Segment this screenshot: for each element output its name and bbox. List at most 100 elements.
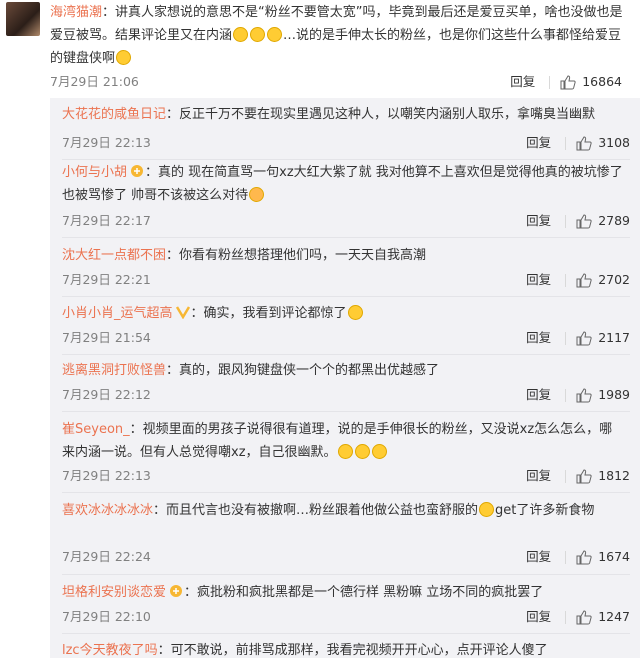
reply-text: 大花花的咸鱼日记：反正千万不要在现实里遇见这种人，以嘲笑内涵别人取乐，拿嘴臭当幽… xyxy=(62,103,624,126)
reply-actions: 回复 3108 xyxy=(526,133,630,153)
like-button[interactable]: 1247 xyxy=(576,607,630,627)
reply-username[interactable]: 沈大红一点都不困 xyxy=(62,248,166,263)
like-count: 2789 xyxy=(598,213,630,228)
list-item: 逃离黑洞打败怪兽：真的，跟风狗键盘侠一个个的都黑出优越感了 7月29日 22:1… xyxy=(50,359,640,409)
main-timestamp: 7月29日 21:06 xyxy=(50,74,139,89)
divider xyxy=(549,75,551,89)
divider xyxy=(62,492,630,493)
like-button[interactable]: 2702 xyxy=(576,270,630,290)
reply-body: ：你看有粉丝想搭理他们吗，一天天自我高潮 xyxy=(166,248,427,263)
emoji-icon xyxy=(116,50,132,65)
reply-username[interactable]: lzc今天教夜了吗 xyxy=(62,643,158,658)
list-item: lzc今天教夜了吗：可不敢说，前排骂成那样，我看完视频开开心心，点开评论人傻了 xyxy=(50,639,640,659)
reply-text: 喜欢冰冰冰冰冰：而且代言也没有被撤啊…粉丝跟着他做公益也蛮舒服的 get了许多新食… xyxy=(62,499,624,522)
reply-text: 逃离黑洞打败怪兽：真的，跟风狗键盘侠一个个的都黑出优越感了 xyxy=(62,359,624,382)
main-username[interactable]: 海湾猫潮 xyxy=(50,5,102,20)
reply-button[interactable]: 回复 xyxy=(526,211,551,231)
reply-username[interactable]: 逃离黑洞打败怪兽 xyxy=(62,363,166,378)
reply-username[interactable]: 喜欢冰冰冰冰冰 xyxy=(62,503,153,518)
reply-body: ：真的 现在简直骂一句xz大红大紫了就 我对他算不上喜欢但是觉得他真的被坑惨了也… xyxy=(62,165,623,203)
emoji-icon xyxy=(347,305,363,320)
reply-text: 沈大红一点都不困：你看有粉丝想搭理他们吗，一天天自我高潮 xyxy=(62,244,624,267)
main-actions: 回复 16864 xyxy=(510,72,622,92)
reply-username[interactable]: 大花花的咸鱼日记 xyxy=(62,107,166,122)
emoji-icon xyxy=(479,502,495,517)
emoji-icon xyxy=(233,27,249,42)
reply-body: ：可不敢说，前排骂成那样，我看完视频开开心心，点开评论人傻了 xyxy=(157,643,548,658)
reply-username[interactable]: 崔Seyeon_ xyxy=(62,422,130,437)
reply-text: 崔Seyeon_：视频里面的男孩子说得很有道理，说的是手伸很长的粉丝，又没说xz… xyxy=(62,418,624,464)
reply-text: lzc今天教夜了吗：可不敢说，前排骂成那样，我看完视频开开心心，点开评论人傻了 xyxy=(62,639,624,659)
reply-button[interactable]: 回复 xyxy=(526,270,551,290)
divider xyxy=(565,331,567,345)
list-item: 喜欢冰冰冰冰冰：而且代言也没有被撤啊…粉丝跟着他做公益也蛮舒服的 get了许多新食… xyxy=(50,499,640,573)
divider xyxy=(565,388,567,402)
divider xyxy=(62,574,630,575)
divider xyxy=(565,610,567,624)
reply-body: ：反正千万不要在现实里遇见这种人，以嘲笑内涵别人取乐，拿嘴臭当幽默 xyxy=(166,107,596,122)
list-item: 小何与小胡 ：真的 现在简直骂一句xz大红大紫了就 我对他算不上喜欢但是觉得他真的… xyxy=(50,161,640,237)
reply-timestamp: 7月29日 21:54 xyxy=(62,330,151,345)
emoji-icon xyxy=(267,27,283,42)
reply-username[interactable]: 小肖小肖_运气超高 xyxy=(62,306,173,321)
divider xyxy=(565,469,567,483)
divider xyxy=(62,159,630,160)
reply-body: ：确实，我看到评论都惊了 xyxy=(190,306,347,321)
main-comment-text: 海湾猫潮：讲真人家想说的意思不是“粉丝不要管太宽”吗，毕竟到最后还是爱豆买单，啥… xyxy=(50,1,630,70)
reply-body-cont: get了许多新食物 xyxy=(495,503,595,518)
reply-button[interactable]: 回复 xyxy=(526,547,551,567)
like-count: 1247 xyxy=(598,609,630,624)
like-button[interactable]: 1674 xyxy=(576,547,630,567)
like-count: 1674 xyxy=(598,549,630,564)
reply-username[interactable]: 小何与小胡 xyxy=(62,165,127,180)
like-button[interactable]: 1989 xyxy=(576,385,630,405)
like-count: 3108 xyxy=(598,135,630,150)
like-button[interactable]: 2117 xyxy=(576,328,630,348)
divider xyxy=(565,273,567,287)
replies-list: 大花花的咸鱼日记：反正千万不要在现实里遇见这种人，以嘲笑内涵别人取乐，拿嘴臭当幽… xyxy=(50,98,640,658)
reply-username[interactable]: 坦格利安别谈恋爱 xyxy=(62,585,166,600)
like-count: 16864 xyxy=(582,74,622,89)
reply-timestamp: 7月29日 22:21 xyxy=(62,272,151,287)
reply-button[interactable]: 回复 xyxy=(510,72,535,92)
like-button[interactable]: 16864 xyxy=(560,72,622,92)
reply-button[interactable]: 回复 xyxy=(526,328,551,348)
reply-button[interactable]: 回复 xyxy=(526,466,551,486)
like-button[interactable]: 1812 xyxy=(576,466,630,486)
reply-actions: 回复 1989 xyxy=(526,385,630,405)
reply-actions: 回复 1812 xyxy=(526,466,630,486)
reply-body: ：真的，跟风狗键盘侠一个个的都黑出优越感了 xyxy=(166,363,440,378)
divider xyxy=(62,237,630,238)
emoji-icon xyxy=(354,444,370,459)
reply-actions: 回复 2117 xyxy=(526,328,630,348)
like-button[interactable]: 2789 xyxy=(576,211,630,231)
reply-button[interactable]: 回复 xyxy=(526,133,551,153)
thumbs-up-icon xyxy=(576,272,592,287)
thumbs-up-icon xyxy=(576,387,592,402)
list-item: 坦格利安别谈恋爱 ：疯批粉和疯批黑都是一个德行样 黑粉嘛 立场不同的疯批罢了 7月… xyxy=(50,581,640,631)
thumbs-up-icon xyxy=(576,135,592,150)
reply-timestamp: 7月29日 22:12 xyxy=(62,387,151,402)
reply-body: ：视频里面的男孩子说得很有道理，说的是手伸很长的粉丝，又没说xz怎么怎么，哪来内… xyxy=(62,422,613,460)
reply-button[interactable]: 回复 xyxy=(526,385,551,405)
like-button[interactable]: 3108 xyxy=(576,133,630,153)
list-item: 崔Seyeon_：视频里面的男孩子说得很有道理，说的是手伸很长的粉丝，又没说xz… xyxy=(50,418,640,492)
avatar[interactable] xyxy=(6,2,40,36)
reply-text: 小何与小胡 ：真的 现在简直骂一句xz大红大紫了就 我对他算不上喜欢但是觉得他真的… xyxy=(62,161,624,207)
thumbs-up-icon xyxy=(576,330,592,345)
reply-text: 坦格利安别谈恋爱 ：疯批粉和疯批黑都是一个德行样 黑粉嘛 立场不同的疯批罢了 xyxy=(62,581,624,604)
reply-timestamp: 7月29日 22:13 xyxy=(62,468,151,483)
emoji-icon xyxy=(249,187,265,202)
fan-badge-icon xyxy=(170,585,183,597)
reply-actions: 回复 1674 xyxy=(526,547,630,567)
divider xyxy=(62,633,630,634)
emoji-icon xyxy=(337,444,353,459)
divider xyxy=(62,354,630,355)
thumbs-up-icon xyxy=(576,213,592,228)
reply-body: ：疯批粉和疯批黑都是一个德行样 黑粉嘛 立场不同的疯批罢了 xyxy=(184,585,544,600)
thumbs-up-icon xyxy=(576,609,592,624)
list-item: 大花花的咸鱼日记：反正千万不要在现实里遇见这种人，以嘲笑内涵别人取乐，拿嘴臭当幽… xyxy=(50,103,640,159)
thumbs-up-icon xyxy=(560,74,576,89)
reply-actions: 回复 2789 xyxy=(526,211,630,231)
reply-button[interactable]: 回复 xyxy=(526,607,551,627)
